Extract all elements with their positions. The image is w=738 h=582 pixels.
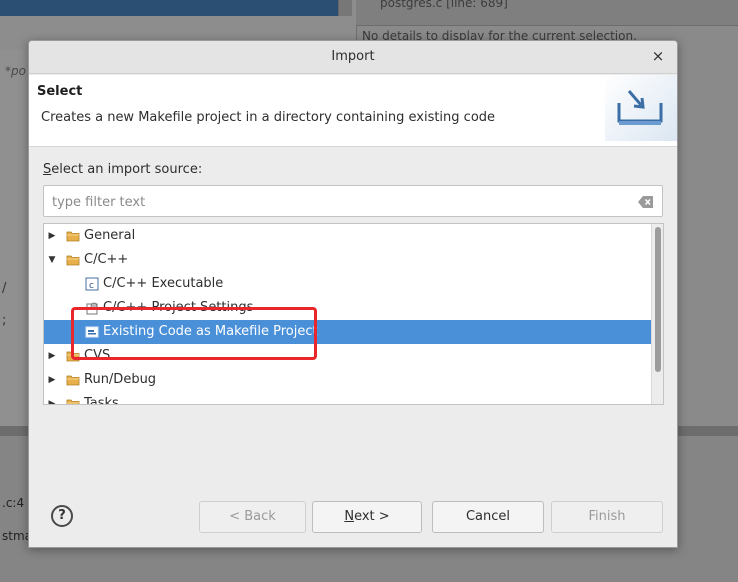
import-source-label: Select an import source: [43, 162, 203, 177]
folder-open-icon [66, 255, 80, 266]
wizard-page-title: Select [37, 84, 83, 99]
tree-scrollbar[interactable] [651, 224, 663, 404]
tree-item-cpp-executable[interactable]: c C/C++ Executable [44, 272, 652, 296]
tree-item-cpp-project-settings[interactable]: C/C++ Project Settings [44, 296, 652, 320]
tree-item-cvs[interactable]: ▶ CVS [44, 344, 652, 368]
folder-icon [66, 399, 80, 404]
import-dialog: Import × Select Creates a new Makefile p… [28, 40, 678, 548]
ide-code-line: / [2, 281, 7, 296]
tree-item-cpp[interactable]: ▼ C/C++ [44, 248, 652, 272]
tree-item-label: Tasks [84, 396, 119, 405]
back-button[interactable]: < Back [199, 501, 306, 533]
tree-item-label: Existing Code as Makefile Project [103, 324, 318, 339]
ide-tree-item: postgres.c [line: 689] [380, 0, 508, 10]
dialog-titlebar[interactable]: Import × [29, 41, 677, 74]
folder-icon [66, 375, 80, 386]
expand-arrow-icon[interactable]: ▶ [46, 392, 58, 404]
tree-item-general[interactable]: ▶ General [44, 224, 652, 248]
ide-toolbar-strip [0, 0, 340, 16]
import-source-tree[interactable]: ▶ General ▼ C/C++ c C/C++ Executable C/C… [43, 223, 664, 405]
tree-item-label: Run/Debug [84, 372, 157, 387]
wizard-header: Select Creates a new Makefile project in… [29, 75, 677, 147]
next-button[interactable]: Next > [312, 501, 422, 533]
svg-text:c: c [89, 281, 94, 291]
tree-item-label: C/C++ Executable [103, 276, 224, 291]
filter-field[interactable] [43, 185, 663, 217]
tree-item-label: C/C++ [84, 252, 129, 267]
ide-scrollbar [338, 0, 352, 16]
help-icon[interactable]: ? [51, 505, 73, 527]
import-wizard-icon [605, 75, 677, 141]
tree-item-run-debug[interactable]: ▶ Run/Debug [44, 368, 652, 392]
close-icon[interactable]: × [649, 47, 667, 65]
tree-item-label: General [84, 228, 136, 243]
dialog-button-bar: ? < Back Next > Cancel Finish [29, 491, 677, 547]
tree-item-existing-makefile-project[interactable]: Existing Code as Makefile Project [44, 320, 652, 344]
tree-item-label: CVS [84, 348, 111, 363]
dialog-title: Import [331, 49, 375, 64]
tree-item-label: C/C++ Project Settings [103, 300, 254, 315]
finish-button[interactable]: Finish [551, 501, 663, 533]
clear-filter-icon[interactable] [638, 195, 654, 209]
expand-arrow-icon[interactable]: ▶ [46, 368, 58, 392]
wizard-page-description: Creates a new Makefile project in a dire… [41, 110, 496, 125]
ide-console-line: .c:4 [2, 496, 25, 510]
expand-arrow-icon[interactable]: ▶ [46, 224, 58, 248]
folder-icon [66, 231, 80, 242]
expand-arrow-icon[interactable]: ▶ [46, 344, 58, 368]
makefile-project-icon [85, 326, 99, 338]
ide-editor [0, 50, 30, 430]
tree-scrollbar-thumb[interactable] [655, 227, 661, 372]
tree-item-tasks[interactable]: ▶ Tasks [44, 392, 652, 405]
settings-icon [86, 302, 98, 315]
c-executable-icon: c [85, 277, 99, 291]
filter-input[interactable] [52, 192, 622, 212]
ide-editor-tab: *po [5, 64, 26, 78]
cancel-button[interactable]: Cancel [432, 501, 544, 533]
collapse-arrow-icon[interactable]: ▼ [46, 248, 58, 272]
folder-icon [66, 351, 80, 362]
ide-code-line: ; [2, 313, 7, 328]
